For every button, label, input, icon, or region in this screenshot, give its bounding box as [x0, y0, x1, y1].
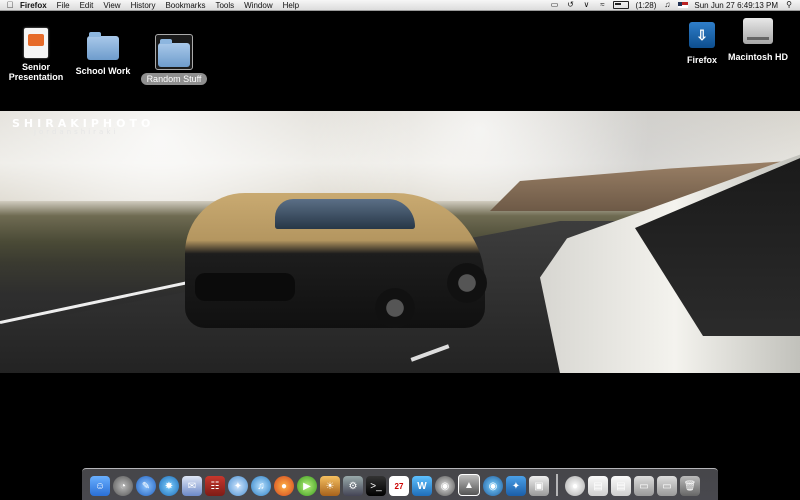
battery-icon[interactable] — [613, 1, 630, 9]
presentation-file-icon — [24, 28, 48, 58]
time-machine-icon[interactable]: ↺ — [565, 1, 575, 9]
firefox-icon[interactable]: ● — [274, 476, 294, 496]
sports-car — [185, 193, 487, 328]
address-book-icon[interactable]: ☷ — [205, 476, 225, 496]
desktop-icon-random-stuff[interactable]: Random Stuff — [139, 34, 209, 85]
document-icon[interactable]: ▤ — [611, 476, 631, 496]
trash-icon[interactable]: 🗑 — [680, 476, 700, 496]
itunes-icon[interactable]: ♫ — [251, 476, 271, 496]
menu-tools[interactable]: Tools — [215, 1, 234, 10]
selection-frame — [155, 34, 193, 70]
desktop-icon-firefox[interactable]: ⇩ Firefox — [682, 22, 722, 65]
google-earth-icon[interactable]: ◉ — [483, 476, 503, 496]
terminal-icon[interactable]: >_ — [366, 476, 386, 496]
dashboard-icon[interactable]: ◔ — [113, 476, 133, 496]
menu-extras: ▭ ↺ ∨ ≈ (1:28) ♫ Sun Jun 27 6:49:13 PM ⚲ — [549, 1, 800, 10]
photographer-name: jordanshiraki — [34, 128, 119, 136]
desktop-icon-senior-presentation[interactable]: Senior Presentation — [6, 28, 66, 82]
preview-icon[interactable]: ▲ — [458, 474, 480, 496]
menu-help[interactable]: Help — [283, 1, 299, 10]
wifi-icon[interactable]: ≈ — [597, 1, 607, 9]
hard-drive-icon — [743, 18, 773, 44]
iphoto-icon[interactable]: ☀ — [320, 476, 340, 496]
quicktime-icon[interactable]: ◉ — [435, 476, 455, 496]
display-mirror-icon[interactable]: ▭ — [549, 1, 559, 9]
menu-view[interactable]: View — [103, 1, 120, 10]
ichat-icon[interactable]: ✎ — [136, 476, 156, 496]
apple-menu-icon[interactable]:  — [0, 0, 20, 10]
dock-separator — [556, 474, 558, 496]
system-preferences-icon[interactable]: ⚙ — [343, 476, 363, 496]
bluetooth-icon[interactable]: ∨ — [581, 1, 591, 9]
finder-icon[interactable]: ☺ — [90, 476, 110, 496]
mail-icon[interactable]: ✉ — [182, 476, 202, 496]
menu-window[interactable]: Window — [244, 1, 272, 10]
menu-history[interactable]: History — [131, 1, 156, 10]
menu-edit[interactable]: Edit — [80, 1, 94, 10]
safari-icon[interactable]: ✸ — [159, 476, 179, 496]
menu-file[interactable]: File — [57, 1, 70, 10]
input-source-flag-icon[interactable] — [678, 2, 689, 8]
desktop-icon-label: Firefox — [686, 55, 717, 65]
app-menu[interactable]: Firefox — [20, 1, 47, 10]
firefox-installer-icon: ⇩ — [689, 22, 715, 48]
desktop-icon-label: Senior Presentation — [8, 62, 64, 82]
desktop-icon-label: School Work — [75, 66, 131, 76]
wallpaper-photo: SHIRAKIPHOTO jordanshiraki — [0, 111, 800, 373]
battery-time[interactable]: (1:28) — [635, 1, 656, 10]
green-app-icon[interactable]: ▶ — [297, 476, 317, 496]
window-thumbnail-icon[interactable]: ▭ — [634, 476, 654, 496]
desktop-icon-school-work[interactable]: School Work — [73, 30, 133, 76]
word-processor-icon[interactable]: W — [412, 476, 432, 496]
menu-bookmarks[interactable]: Bookmarks — [165, 1, 205, 10]
image-capture-icon[interactable]: ▣ — [529, 476, 549, 496]
folder-icon — [87, 32, 119, 60]
window-thumbnail-icon[interactable]: ▭ — [657, 476, 677, 496]
spotlight-icon[interactable]: ⚲ — [784, 1, 794, 9]
dock: ☺ ◔ ✎ ✸ ✉ ☷ ✦ ♫ ● ▶ ☀ ⚙ >_ 27 W ◉ ▲ ◉ ✦ … — [82, 468, 718, 500]
desktop-icon-label: Random Stuff — [140, 73, 208, 85]
menu-bar:  Firefox File Edit View History Bookmar… — [0, 0, 800, 11]
ical-icon[interactable]: 27 — [389, 476, 409, 496]
network-app-icon[interactable]: ✦ — [506, 476, 526, 496]
document-icon[interactable]: ▤ — [588, 476, 608, 496]
desktop-icon-macintosh-hd[interactable]: Macintosh HD — [726, 18, 790, 62]
volume-icon[interactable]: ♫ — [662, 1, 672, 9]
clock[interactable]: Sun Jun 27 6:49:13 PM — [694, 1, 778, 10]
desktop-icon-label: Macintosh HD — [727, 52, 788, 62]
car-wheel — [447, 263, 487, 303]
applications-stack-icon[interactable]: ● — [565, 476, 585, 496]
ical-date: 27 — [394, 481, 404, 491]
safari-compass-icon[interactable]: ✦ — [228, 476, 248, 496]
car-wheel — [375, 288, 415, 328]
folder-icon — [158, 39, 190, 67]
